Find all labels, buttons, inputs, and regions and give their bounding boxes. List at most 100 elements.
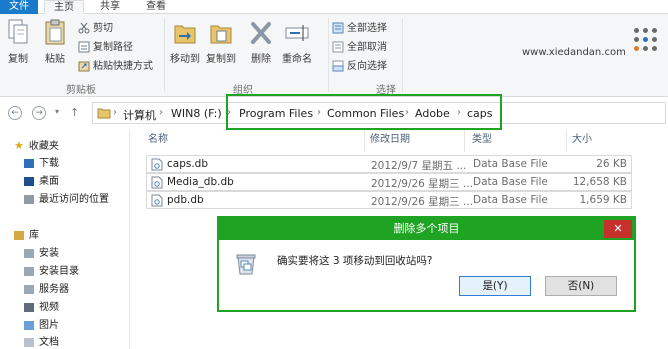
tab-file[interactable]: 文件 <box>0 0 38 14</box>
arrow-left-icon: ← <box>11 108 19 118</box>
column-header-size[interactable]: 大小 <box>572 133 592 149</box>
dialog-message: 确实要将这 3 项移动到回收站吗? <box>277 255 433 267</box>
paste-label: 粘贴 <box>45 54 65 65</box>
up-arrow-icon[interactable]: ↑ <box>70 106 79 119</box>
column-header-type[interactable]: 类型 <box>472 133 492 149</box>
copy-button[interactable]: 复制 <box>4 18 32 78</box>
nav-favorites-label: 收藏夹 <box>28 141 59 152</box>
file-row[interactable]: Media_db.db 2012/9/26 星期三 ... Data Base … <box>146 173 632 191</box>
file-modified: 2012/9/26 星期三 ... <box>371 196 474 208</box>
nav-item-label: 最近访问的位置 <box>39 194 109 205</box>
delete-x-icon <box>251 22 271 44</box>
column-header-modified[interactable]: 修改日期 <box>370 133 410 149</box>
tab-view[interactable]: 查看 <box>136 0 176 14</box>
watermark-logo <box>626 28 666 68</box>
invert-selection-button[interactable]: 反向选择 <box>332 59 387 75</box>
select-none-button[interactable]: 全部取消 <box>332 40 387 56</box>
navigation-pane: ★ 收藏夹 下载 桌面 最近访问的位置 库 安装 安装目录 服务器 视频 图片 文… <box>0 130 130 349</box>
copy-to-icon <box>210 25 232 44</box>
document-icon <box>24 337 34 347</box>
select-all-icon <box>332 22 344 34</box>
invert-selection-icon <box>332 60 344 72</box>
paste-shortcut-icon <box>78 61 90 72</box>
tab-share[interactable]: 共享 <box>90 0 130 14</box>
download-icon <box>24 158 34 168</box>
file-type: Data Base File <box>473 158 548 170</box>
rename-icon <box>285 25 309 41</box>
ribbon-divider <box>164 18 165 92</box>
paste-button[interactable]: 粘贴 <box>40 18 70 78</box>
column-divider[interactable] <box>566 130 567 152</box>
picture-icon <box>24 320 34 330</box>
copy-path-icon <box>78 41 90 53</box>
tab-home[interactable]: 主页 <box>44 0 84 15</box>
nav-item-library[interactable]: 安装目录 <box>24 264 79 280</box>
move-to-button[interactable]: 移动到 <box>168 18 202 78</box>
file-type: Data Base File <box>473 176 548 188</box>
yes-button[interactable]: 是(Y) <box>459 276 531 296</box>
nav-item-label: 桌面 <box>39 176 59 187</box>
desktop-icon <box>24 176 34 186</box>
nav-item-desktop[interactable]: 桌面 <box>24 174 59 190</box>
file-row[interactable]: caps.db 2012/9/7 星期五 ... Data Base File … <box>146 155 632 173</box>
breadcrumb-computer[interactable]: 计算机 <box>123 107 156 123</box>
copy-to-label: 复制到 <box>206 54 236 65</box>
recent-places-icon <box>24 194 34 204</box>
copy-icon <box>8 19 28 44</box>
select-none-icon <box>332 41 344 53</box>
recycle-bin-icon <box>236 254 256 275</box>
file-type: Data Base File <box>473 194 548 206</box>
nav-item-library[interactable]: 文档 <box>24 335 59 349</box>
file-size: 1,659 KB <box>579 194 628 206</box>
ribbon-divider <box>328 18 329 92</box>
nav-item-library[interactable]: 安装 <box>24 246 59 262</box>
dialog-title: 删除多个项目 <box>219 218 634 240</box>
move-to-icon <box>174 25 196 44</box>
star-icon: ★ <box>14 139 24 152</box>
nav-item-label: 图片 <box>39 320 59 331</box>
breadcrumb-drive[interactable]: WIN8 (F:) <box>171 107 222 120</box>
column-header-name[interactable]: 名称 <box>148 133 168 149</box>
copy-to-button[interactable]: 复制到 <box>204 18 238 78</box>
video-icon <box>24 302 34 312</box>
paste-shortcut-button[interactable]: 粘贴快捷方式 <box>78 59 153 75</box>
file-modified: 2012/9/26 星期三 ... <box>371 178 474 190</box>
nav-item-label: 文档 <box>39 337 59 348</box>
copy-path-button[interactable]: 复制路径 <box>78 40 133 56</box>
paste-icon <box>45 19 65 45</box>
invert-selection-label: 反向选择 <box>347 61 387 72</box>
arrow-right-icon: → <box>35 108 43 118</box>
nav-item-library[interactable]: 视频 <box>24 300 59 316</box>
file-size: 12,658 KB <box>572 176 627 188</box>
file-modified: 2012/9/7 星期五 ... <box>371 160 467 172</box>
delete-button[interactable]: 删除 <box>246 18 276 78</box>
recent-locations-chevron-icon[interactable]: ▾ <box>55 107 59 116</box>
nav-item-recent-places[interactable]: 最近访问的位置 <box>24 192 109 208</box>
library-icon <box>14 230 24 240</box>
nav-item-label: 安装目录 <box>39 266 79 277</box>
column-divider[interactable] <box>464 130 465 152</box>
clipboard-group-label: 剪贴板 <box>66 85 96 96</box>
path-highlight-box <box>226 94 502 130</box>
forward-button[interactable]: → <box>32 106 46 120</box>
nav-item-downloads[interactable]: 下载 <box>24 156 59 172</box>
rename-button[interactable]: 重命名 <box>280 18 314 78</box>
file-name: caps.db <box>167 158 209 170</box>
nav-libraries[interactable]: 库 <box>14 228 39 244</box>
cut-button[interactable]: 剪切 <box>78 21 113 37</box>
file-row[interactable]: pdb.db 2012/9/26 星期三 ... Data Base File … <box>146 191 632 209</box>
ribbon: 复制 粘贴 剪切 复制路径 粘贴快捷方式 剪贴板 移动到 复制到 删除 重命名 … <box>0 14 668 97</box>
column-divider[interactable] <box>364 130 365 152</box>
select-all-button[interactable]: 全部选择 <box>332 21 387 37</box>
library-folder-icon <box>24 248 34 258</box>
cut-label: 剪切 <box>93 23 113 34</box>
delete-confirm-dialog: 删除多个项目 ✕ 确实要将这 3 项移动到回收站吗? 是(Y) 否(N) <box>217 216 636 312</box>
select-all-label: 全部选择 <box>347 23 387 34</box>
dialog-close-button[interactable]: ✕ <box>604 220 632 238</box>
no-button[interactable]: 否(N) <box>545 276 617 296</box>
back-button[interactable]: ← <box>8 106 22 120</box>
nav-item-library[interactable]: 服务器 <box>24 282 69 298</box>
nav-favorites[interactable]: ★ 收藏夹 <box>14 138 59 154</box>
nav-item-library[interactable]: 图片 <box>24 318 59 334</box>
paste-shortcut-label: 粘贴快捷方式 <box>93 61 153 72</box>
